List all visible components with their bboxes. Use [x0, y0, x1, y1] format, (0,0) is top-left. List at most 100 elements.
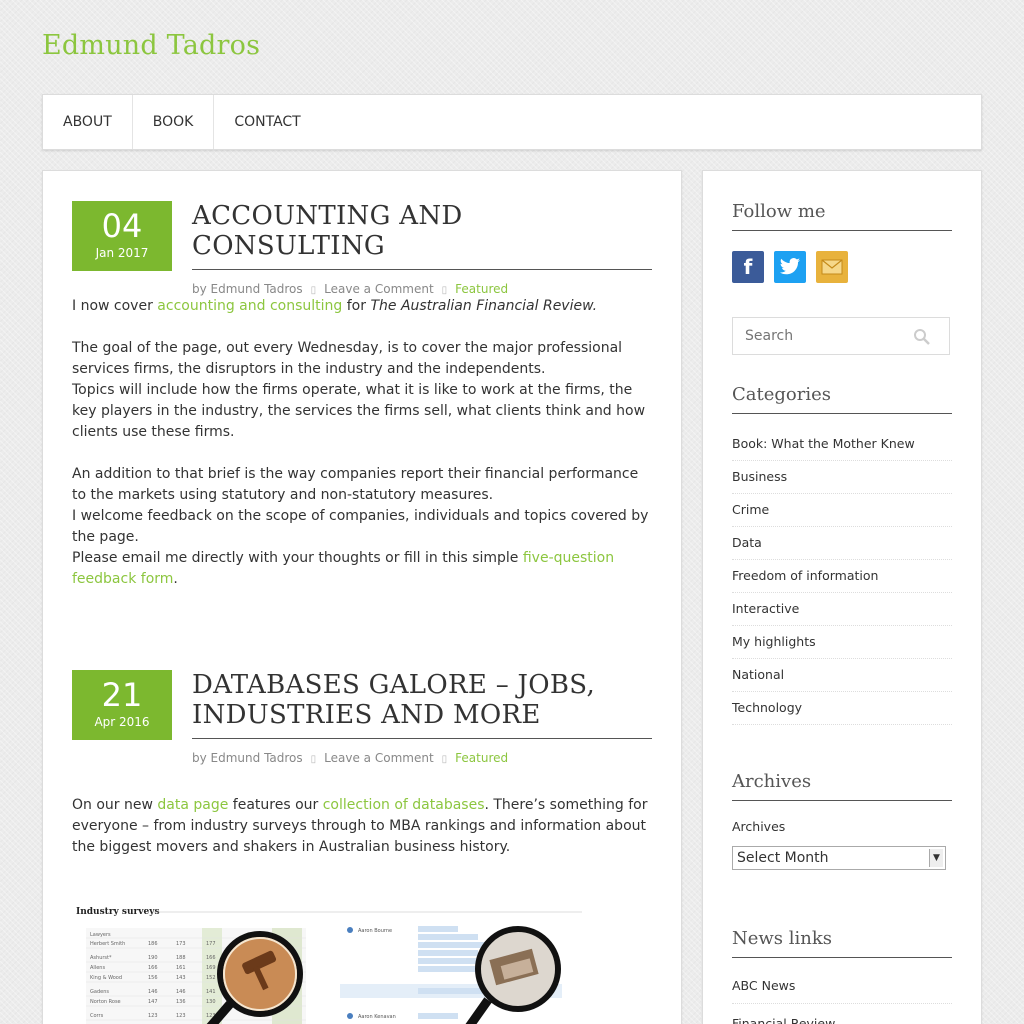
svg-text:173: 173 — [176, 941, 186, 947]
svg-text:Ashurst*: Ashurst* — [90, 955, 112, 961]
svg-text:156: 156 — [148, 975, 158, 981]
comment-link[interactable]: Leave a Comment — [324, 282, 433, 296]
svg-text:141: 141 — [206, 989, 216, 995]
post-header: ACCOUNTING AND CONSULTING by Edmund Tadr… — [192, 201, 652, 296]
paragraph: The goal of the page, out every Wednesda… — [72, 340, 623, 377]
svg-text:161: 161 — [176, 965, 186, 971]
post-meta: by Edmund Tadros ▯ Leave a Comment ▯ Feature… — [192, 282, 652, 296]
image-heading: Industry surveys — [76, 907, 160, 917]
comment-link[interactable]: Leave a Comment — [324, 751, 433, 765]
category-link[interactable]: Featured — [455, 751, 508, 765]
svg-text:190: 190 — [148, 955, 158, 961]
news-item[interactable]: ABC News — [732, 974, 952, 1004]
paragraph: Topics will include how the firms operat… — [72, 382, 646, 440]
svg-text:147: 147 — [148, 999, 158, 1005]
email-icon[interactable] — [816, 251, 848, 283]
category-list: Book: What the Mother Knew Business Crim… — [732, 428, 952, 725]
twitter-icon[interactable] — [774, 251, 806, 283]
svg-text:Herbert Smith: Herbert Smith — [90, 941, 125, 947]
collection-link[interactable]: collection of databases — [323, 797, 485, 813]
text: for — [342, 298, 371, 314]
accounting-link[interactable]: accounting and consulting — [157, 298, 342, 314]
date-badge: 04 Jan 2017 — [72, 201, 172, 271]
category-item[interactable]: Book: What the Mother Knew — [732, 428, 952, 461]
post-image[interactable]: Industry surveys Lawyers Herbert Smith As… — [72, 904, 592, 1024]
text: I now cover — [72, 298, 158, 314]
paragraph: An addition to that brief is the way com… — [72, 466, 639, 503]
svg-text:Aaron Bourne: Aaron Bourne — [358, 928, 392, 934]
dropdown-arrow-icon[interactable]: ▼ — [929, 849, 943, 867]
text: On our new — [72, 797, 158, 813]
date-month: Apr 2016 — [94, 715, 150, 729]
publication-name: The Australian Financial Review. — [370, 298, 598, 314]
category-item[interactable]: Crime — [732, 494, 952, 527]
site-title[interactable]: Edmund Tadros — [42, 30, 260, 61]
nav-item-contact[interactable]: CONTACT — [214, 95, 320, 149]
category-item[interactable]: National — [732, 659, 952, 692]
news-list: ABC News Financial Review — [732, 974, 952, 1024]
post-title[interactable]: DATABASES GALORE – JOBS, INDUSTRIES AND … — [192, 670, 652, 739]
nav-item-book[interactable]: BOOK — [133, 95, 215, 149]
date-month: Jan 2017 — [95, 246, 149, 260]
text: Please email me directly with your thoug… — [72, 550, 523, 566]
nav-item-about[interactable]: ABOUT — [43, 95, 133, 149]
paragraph: I welcome feedback on the scope of compa… — [72, 508, 649, 545]
post-header: DATABASES GALORE – JOBS, INDUSTRIES AND … — [192, 670, 652, 765]
svg-text:Allens: Allens — [90, 965, 105, 971]
categories-widget: Categories Book: What the Mother Knew Bu… — [732, 384, 952, 725]
search-input[interactable] — [745, 328, 915, 344]
archives-widget: Archives Archives Select Month ▼ — [732, 771, 952, 870]
industry-surveys-image: Industry surveys Lawyers Herbert Smith As… — [76, 907, 582, 1024]
category-item[interactable]: Business — [732, 461, 952, 494]
date-day: 21 — [101, 676, 143, 714]
archives-select[interactable]: Select Month ▼ — [732, 846, 946, 870]
svg-text:143: 143 — [176, 975, 186, 981]
svg-text:Corrs: Corrs — [90, 1013, 104, 1019]
svg-text:Gadens: Gadens — [90, 989, 109, 995]
main-nav: ABOUT BOOK CONTACT — [42, 94, 982, 150]
post-author[interactable]: by Edmund Tadros — [192, 751, 303, 765]
content-area: 04 Jan 2017 ACCOUNTING AND CONSULTING by… — [42, 170, 682, 1024]
svg-text:King & Wood: King & Wood — [90, 975, 122, 981]
svg-text:186: 186 — [148, 941, 158, 947]
category-item[interactable]: Interactive — [732, 593, 952, 626]
svg-text:188: 188 — [176, 955, 186, 961]
category-item[interactable]: Freedom of information — [732, 560, 952, 593]
svg-text:123: 123 — [148, 1013, 158, 1019]
svg-text:136: 136 — [176, 999, 186, 1005]
meta-separator-icon: ▯ — [441, 754, 448, 765]
widget-title: Follow me — [732, 201, 952, 231]
svg-text:Lawyers: Lawyers — [90, 932, 111, 938]
date-day: 04 — [101, 207, 143, 245]
category-item[interactable]: My highlights — [732, 626, 952, 659]
svg-text:130: 130 — [206, 999, 216, 1005]
svg-text:146: 146 — [148, 989, 158, 995]
svg-text:166: 166 — [206, 955, 216, 961]
meta-separator-icon: ▯ — [441, 285, 448, 296]
widget-title: Archives — [732, 771, 952, 801]
svg-text:166: 166 — [148, 965, 158, 971]
post-body: On our new data page features our collec… — [72, 795, 653, 879]
widget-title: News links — [732, 928, 952, 958]
follow-widget: Follow me f — [732, 201, 952, 283]
svg-text:Aaron Kenavan: Aaron Kenavan — [358, 1014, 396, 1020]
svg-text:146: 146 — [176, 989, 186, 995]
news-item[interactable]: Financial Review — [732, 1012, 952, 1024]
search-icon[interactable] — [913, 328, 931, 346]
archives-label: Archives — [732, 819, 786, 834]
sidebar: Follow me f Categories Book: What the Mo… — [702, 170, 982, 1024]
post-author[interactable]: by Edmund Tadros — [192, 282, 303, 296]
search-box[interactable] — [732, 317, 950, 355]
facebook-icon[interactable]: f — [732, 251, 764, 283]
svg-text:123: 123 — [176, 1013, 186, 1019]
category-item[interactable]: Technology — [732, 692, 952, 725]
text: . — [173, 571, 178, 587]
social-links: f — [732, 251, 952, 283]
svg-text:169: 169 — [206, 965, 216, 971]
category-item[interactable]: Data — [732, 527, 952, 560]
data-page-link[interactable]: data page — [157, 797, 228, 813]
category-link[interactable]: Featured — [455, 282, 508, 296]
meta-separator-icon: ▯ — [310, 285, 317, 296]
post-title[interactable]: ACCOUNTING AND CONSULTING — [192, 201, 652, 270]
meta-separator-icon: ▯ — [310, 754, 317, 765]
